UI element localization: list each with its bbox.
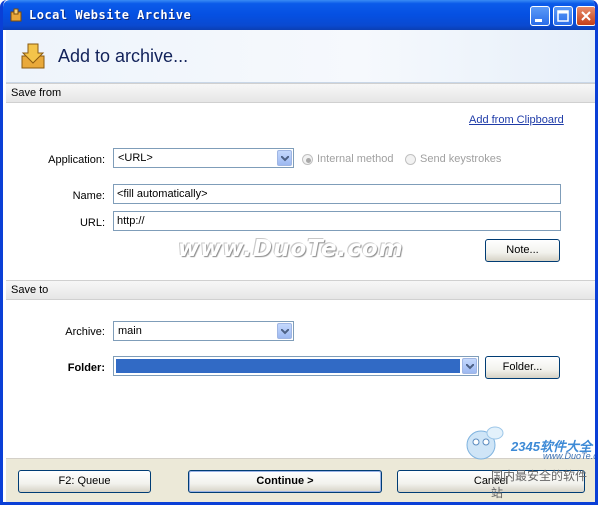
folder-button[interactable]: Folder... [485,356,560,379]
minimize-icon [535,19,542,22]
radio-send-keys-circle [405,154,416,165]
section-save-to-label: Save to [11,284,49,296]
application-select[interactable]: <URL> [113,148,294,168]
name-value: <fill automatically> [117,188,208,200]
application-label: Application: [48,154,105,166]
maximize-button[interactable] [553,6,573,26]
archive-dropdown-arrow[interactable] [277,323,292,339]
section-save-from: Save from [6,83,595,103]
url-field[interactable]: http:// [113,211,561,231]
radio-internal-circle [302,154,313,165]
radio-send-keys-label: Send keystrokes [420,153,502,165]
add-from-clipboard-link[interactable]: Add from Clipboard [469,114,564,126]
close-button[interactable] [576,6,595,26]
chevron-down-icon [281,329,289,335]
section-save-to: Save to [6,280,595,300]
application-dropdown-arrow[interactable] [277,150,292,166]
folder-dropdown-arrow[interactable] [462,358,477,374]
folder-selection-highlight [116,359,460,373]
app-icon [10,8,22,22]
name-label: Name: [72,190,105,202]
watermark-slogan: 国内最安全的软件站 [491,469,588,500]
name-field[interactable]: <fill automatically> [113,184,561,204]
continue-button[interactable]: Continue > [188,470,382,493]
dialog-window: Local Website Archive Add to archive... … [0,0,598,505]
dialog-header: Add to archive... [6,30,595,83]
watermark-site: www.DuoTe.com [543,451,598,461]
archive-value: main [118,325,142,337]
note-button[interactable]: Note... [485,239,560,262]
archive-select[interactable]: main [113,321,294,341]
folder-label: Folder: [67,362,105,374]
minimize-button[interactable] [530,6,550,26]
url-value: http:// [117,215,145,227]
folder-select[interactable] [113,356,479,376]
archive-label: Archive: [65,326,105,338]
application-value: <URL> [118,152,153,164]
close-icon [581,11,591,21]
mascot-logo-icon [466,426,504,460]
section-save-from-label: Save from [11,87,62,99]
watermark-duote: www.DuoTe.com [178,236,404,262]
chevron-down-icon [466,364,474,370]
radio-internal-label: Internal method [317,153,394,165]
maximize-icon [557,10,569,22]
dialog-title: Add to archive... [58,46,189,66]
download-arrow-icon [21,43,45,69]
title-bar[interactable]: Local Website Archive [3,0,595,30]
chevron-down-icon [281,156,289,162]
url-label: URL: [79,217,105,229]
window-title: Local Website Archive [29,8,192,22]
queue-button[interactable]: F2: Queue [18,470,151,493]
